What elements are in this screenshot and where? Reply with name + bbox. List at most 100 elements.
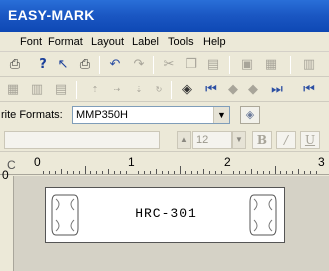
ruler-tick bbox=[286, 171, 288, 174]
ruler-tick bbox=[298, 169, 300, 174]
context-help-icon[interactable]: ↖ bbox=[54, 56, 72, 74]
ruler-mark-0: 0 bbox=[34, 155, 41, 169]
ruler-tick bbox=[48, 171, 50, 174]
redo-icon[interactable]: ↷ bbox=[130, 56, 148, 74]
format-select[interactable]: MMP350H ▼ bbox=[72, 106, 230, 124]
ruler-tick bbox=[209, 171, 211, 174]
copy-icon[interactable]: ❐ bbox=[182, 56, 200, 74]
ruler-tick bbox=[60, 169, 62, 174]
menu-help[interactable]: Help bbox=[203, 36, 226, 48]
ruler-tick bbox=[250, 169, 252, 174]
ruler-tick bbox=[137, 171, 139, 174]
more-icon[interactable]: ▥ bbox=[300, 56, 318, 74]
ruler-mark-3: 3 bbox=[318, 155, 325, 169]
table-icon[interactable]: ▥ bbox=[28, 81, 46, 99]
format-select-value: MMP350H bbox=[76, 109, 128, 121]
ruler-tick bbox=[185, 171, 187, 174]
ruler-tick bbox=[66, 171, 68, 174]
paste-icon[interactable]: ▤ bbox=[204, 56, 222, 74]
rotate-icon[interactable]: ↻ bbox=[150, 81, 168, 99]
sleeve-end-right-icon bbox=[249, 194, 277, 236]
ruler-mark-1: 1 bbox=[128, 155, 135, 169]
menu-layout[interactable]: Layout bbox=[91, 36, 124, 48]
menu-label[interactable]: Label bbox=[132, 36, 159, 48]
ruler-tick bbox=[155, 169, 157, 174]
ruler-tick bbox=[292, 171, 294, 174]
ruler-tick bbox=[197, 171, 199, 174]
ruler-tick bbox=[167, 171, 169, 174]
chevron-down-icon[interactable]: ▼ bbox=[232, 131, 246, 149]
ruler-tick bbox=[262, 171, 264, 174]
title-bar: EASY-MARK bbox=[0, 0, 329, 32]
ruler-tick bbox=[120, 171, 122, 174]
ruler-tick bbox=[126, 171, 128, 174]
vertical-ruler-mark-0: 0 bbox=[2, 168, 9, 182]
ruler-tick bbox=[215, 171, 217, 174]
ruler-tick bbox=[268, 171, 270, 174]
menu-font[interactable]: Font bbox=[20, 36, 42, 48]
undo-icon[interactable]: ↶ bbox=[106, 56, 124, 74]
align-right-icon[interactable]: ⇢ bbox=[108, 81, 126, 99]
first-icon[interactable]: ⏮ bbox=[202, 81, 220, 99]
ruler-tick bbox=[179, 166, 181, 174]
underline-button[interactable]: U bbox=[300, 131, 320, 149]
chevron-down-icon[interactable]: ▼ bbox=[213, 107, 229, 123]
ruler-tick bbox=[72, 171, 74, 174]
menu-bar: Font Format Layout Label Tools Help bbox=[0, 32, 329, 52]
horizontal-ruler: C 0 1 2 3 bbox=[0, 153, 329, 175]
app-window: EASY-MARK Font Format Layout Label Tools… bbox=[0, 0, 329, 271]
merge-icon[interactable]: ▤ bbox=[52, 81, 70, 99]
toolbar-separator bbox=[171, 81, 172, 99]
format-settings-icon[interactable]: ◈ bbox=[240, 106, 260, 124]
ruler-tick bbox=[173, 171, 175, 174]
ruler-tick bbox=[114, 171, 116, 174]
toolbar-separator bbox=[76, 81, 77, 99]
font-size-field[interactable]: 12 bbox=[192, 131, 232, 149]
ruler-tick bbox=[191, 171, 193, 174]
ruler-tick bbox=[316, 171, 318, 174]
clipboard-icon[interactable]: ▣ bbox=[238, 56, 256, 74]
chevron-down-icon[interactable]: ▲ bbox=[177, 131, 191, 149]
menu-format[interactable]: Format bbox=[48, 36, 83, 48]
ruler-tick bbox=[96, 171, 98, 174]
format-label: rite Formats: bbox=[1, 109, 63, 121]
ruler-tick bbox=[256, 171, 258, 174]
ruler-mark-2: 2 bbox=[224, 155, 231, 169]
font-bar: ▲ 12 ▼ B / U bbox=[0, 128, 329, 152]
cut-icon[interactable]: ✂ bbox=[160, 56, 178, 74]
font-name-field[interactable] bbox=[4, 131, 160, 149]
align-bottom-icon[interactable]: ⇣ bbox=[130, 81, 148, 99]
print-preview-icon[interactable]: ⎙ bbox=[76, 56, 94, 74]
ruler-tick bbox=[108, 169, 110, 174]
bold-button[interactable]: B bbox=[252, 131, 272, 149]
vertical-ruler: 0 bbox=[0, 168, 14, 271]
toolbar-separator bbox=[290, 56, 291, 74]
ruler-tick bbox=[54, 171, 56, 174]
align-icon[interactable]: ⇡ bbox=[86, 81, 104, 99]
ruler-tick bbox=[84, 166, 86, 174]
help-icon[interactable]: ? bbox=[34, 56, 52, 74]
last-icon[interactable]: ⏭ bbox=[268, 81, 286, 99]
copy-format-icon[interactable]: ▦ bbox=[262, 56, 280, 74]
printer-icon[interactable]: ⎙ bbox=[6, 56, 24, 74]
format-bar: rite Formats: MMP350H ▼ ◈ bbox=[0, 103, 329, 127]
ruler-tick bbox=[102, 171, 104, 174]
grid-icon[interactable]: ▦ bbox=[4, 81, 22, 99]
menu-tools[interactable]: Tools bbox=[168, 36, 194, 48]
label-preview[interactable]: HRC-301 bbox=[45, 187, 285, 243]
prev-icon[interactable]: ◆ bbox=[224, 81, 242, 99]
end-icon[interactable]: ⏮ bbox=[300, 81, 318, 99]
ruler-tick bbox=[232, 171, 234, 174]
ruler-tick bbox=[143, 171, 145, 174]
ruler-tick bbox=[274, 166, 276, 174]
ruler-tick bbox=[221, 171, 223, 174]
ruler-tick bbox=[280, 171, 282, 174]
toolbar-separator bbox=[153, 56, 154, 74]
ruler-tick bbox=[90, 171, 92, 174]
app-title: EASY-MARK bbox=[8, 7, 95, 23]
label-icon[interactable]: ◈ bbox=[178, 81, 196, 99]
ruler-tick bbox=[161, 171, 163, 174]
next-icon[interactable]: ◆ bbox=[244, 81, 262, 99]
italic-button[interactable]: / bbox=[276, 131, 296, 149]
toolbar-separator bbox=[99, 56, 100, 74]
